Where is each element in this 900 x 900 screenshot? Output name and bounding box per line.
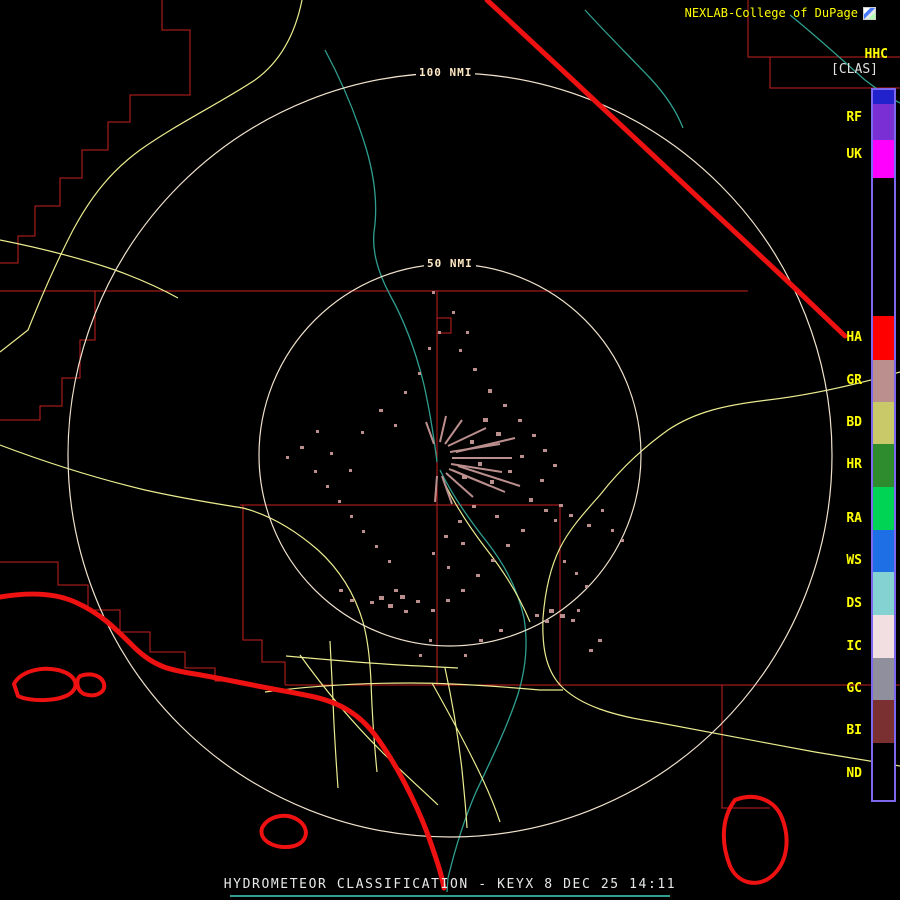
range-rings bbox=[68, 73, 832, 837]
river-lines bbox=[325, 10, 900, 892]
colorbar-segment bbox=[873, 444, 894, 487]
colorbar-segment bbox=[873, 530, 894, 572]
colorbar-segment bbox=[873, 316, 894, 360]
brand: NEXLAB-College of DuPage bbox=[685, 6, 876, 20]
colorbar-segment bbox=[873, 658, 894, 700]
range-ring-100nmi bbox=[68, 73, 832, 837]
colorbar-segment bbox=[873, 360, 894, 402]
colorbar bbox=[871, 88, 896, 802]
radar-display: NEXLAB-College of DuPage HHC [CLAS] 100 … bbox=[0, 0, 900, 900]
title-underline bbox=[230, 895, 670, 897]
product-title: HYDROMETEOR CLASSIFICATION - KEYX 8 DEC … bbox=[0, 877, 900, 892]
colorbar-segment bbox=[873, 743, 894, 800]
colorbar-segment bbox=[873, 90, 894, 104]
radar-echoes bbox=[286, 291, 624, 657]
colorbar-segment bbox=[873, 700, 894, 743]
colorbar-segment bbox=[873, 615, 894, 658]
colorbar-segment bbox=[873, 104, 894, 140]
product-mode: [CLAS] bbox=[831, 62, 878, 77]
colorbar-segment bbox=[873, 140, 894, 178]
major-highways bbox=[0, 0, 845, 888]
range-ring-50nmi bbox=[259, 264, 641, 646]
county-boundaries bbox=[0, 0, 900, 808]
colorbar-segment bbox=[873, 178, 894, 316]
range-ring-label-100: 100 NMI bbox=[416, 65, 475, 80]
product-id: HHC bbox=[865, 47, 888, 62]
colorbar-segment bbox=[873, 402, 894, 444]
colorbar-segment bbox=[873, 572, 894, 615]
highway-lines bbox=[0, 0, 900, 828]
colorbar-segment bbox=[873, 487, 894, 530]
radar-map bbox=[0, 0, 900, 900]
nexlab-logo-icon bbox=[863, 7, 876, 20]
range-ring-label-50: 50 NMI bbox=[424, 256, 476, 271]
brand-text: NEXLAB-College of DuPage bbox=[685, 6, 858, 20]
